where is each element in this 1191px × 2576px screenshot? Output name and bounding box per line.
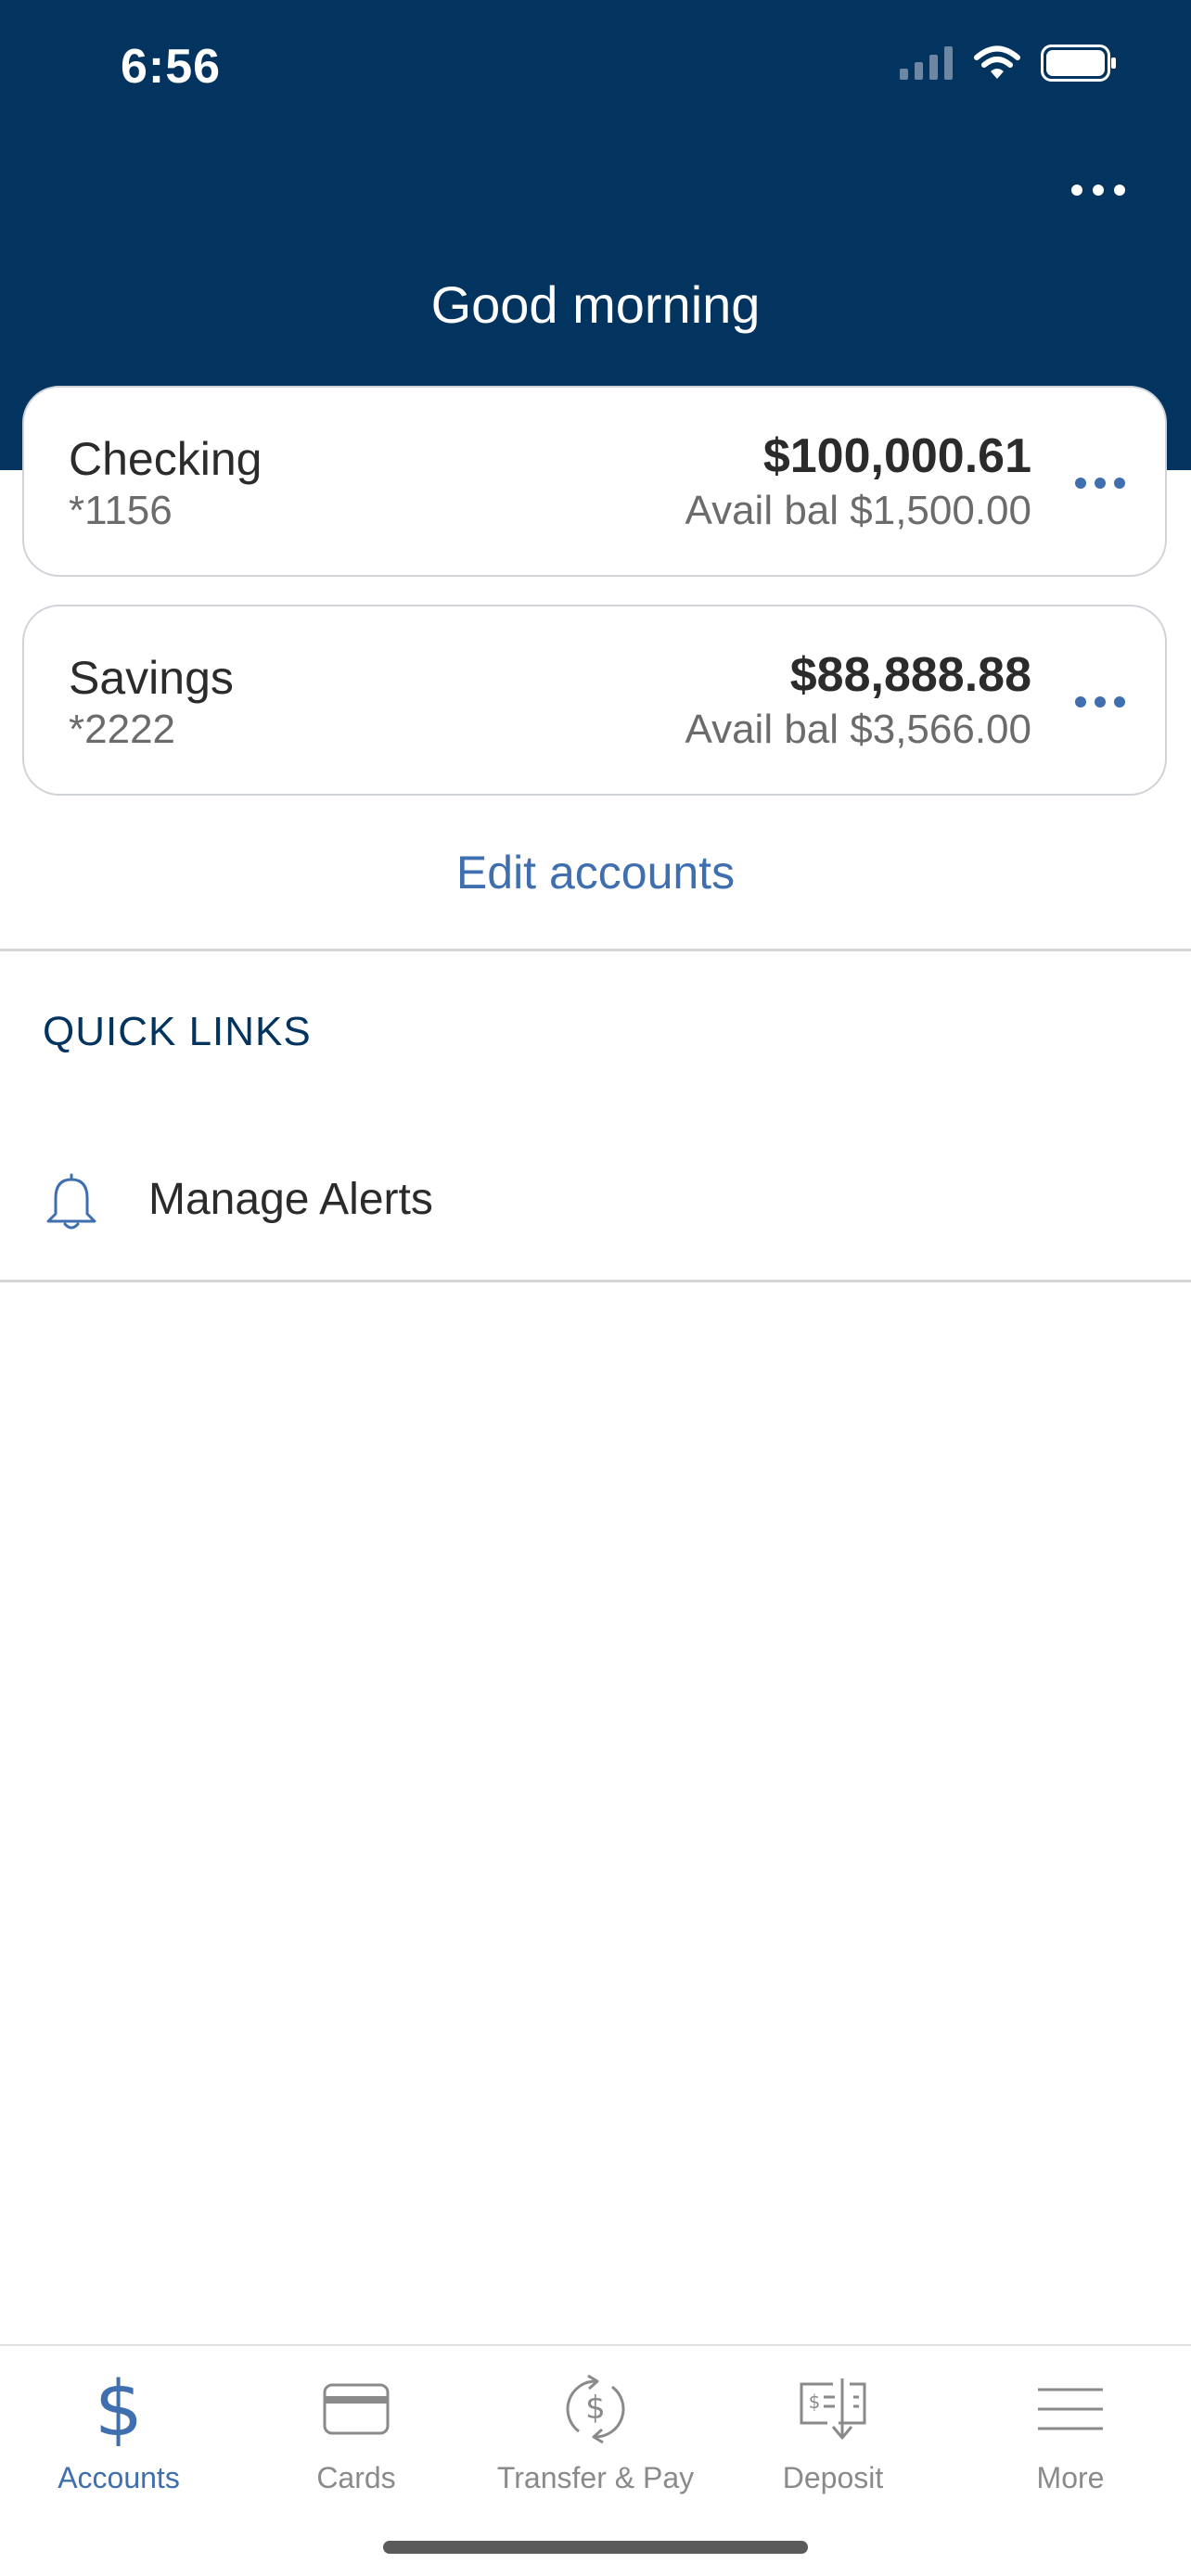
account-number: *2222 [69,707,176,752]
account-balance: $88,888.88 [789,648,1031,702]
tab-label: Deposit [782,2461,884,2494]
tab-transfer-pay[interactable]: $ Transfer & Pay [477,2346,714,2513]
home-indicator[interactable] [383,2541,808,2554]
cellular-signal-icon [900,46,953,80]
tab-label: Cards [316,2461,396,2494]
tab-accounts[interactable]: $ Accounts [0,2346,237,2513]
menu-icon [1038,2388,1103,2430]
bell-icon [46,1173,96,1230]
svg-text:$: $ [585,2390,606,2427]
tab-label: Accounts [58,2461,180,2494]
more-dots-icon [1075,696,1125,708]
edit-accounts-link[interactable]: Edit accounts [0,846,1191,899]
status-time: 6:56 [121,40,222,94]
svg-text:$: $ [809,2391,821,2413]
account-more-button[interactable] [1063,460,1137,506]
more-dots-icon [1071,185,1125,196]
status-icons [900,45,1117,82]
quick-links-title: QUICK LINKS [43,1009,312,1054]
section-divider [0,949,1191,951]
account-card-checking[interactable]: Checking *1156 $100,000.61 Avail bal $1,… [22,386,1167,577]
greeting-title: Good morning [430,275,761,334]
tab-label: More [1036,2461,1105,2494]
account-name: Savings [69,652,234,704]
tab-cards[interactable]: Cards [237,2346,475,2513]
account-card-savings[interactable]: Savings *2222 $88,888.88 Avail bal $3,56… [22,605,1167,796]
account-balance: $100,000.61 [762,429,1031,483]
account-number: *1156 [69,488,173,533]
tab-label: Transfer & Pay [496,2461,695,2494]
battery-icon [1041,45,1116,82]
dollar-icon: $ [95,2370,143,2448]
check-deposit-icon: $ [800,2378,866,2440]
quick-link-manage-alerts[interactable]: Manage Alerts [0,1131,1191,1270]
account-available-balance: Avail bal $3,566.00 [685,707,1031,752]
wifi-icon [974,45,1020,79]
card-icon [323,2383,390,2435]
account-available-balance: Avail bal $1,500.00 [685,488,1031,533]
header-more-button[interactable] [1061,167,1135,213]
transfer-icon: $ [566,2374,625,2444]
svg-text:$: $ [95,2370,143,2448]
account-more-button[interactable] [1063,679,1137,725]
section-divider [0,1280,1191,1282]
tab-more[interactable]: More [952,2346,1189,2513]
more-dots-icon [1075,478,1125,489]
tab-deposit[interactable]: $ Deposit [714,2346,952,2513]
quick-link-label: Manage Alerts [148,1175,433,1224]
account-name: Checking [69,433,263,485]
